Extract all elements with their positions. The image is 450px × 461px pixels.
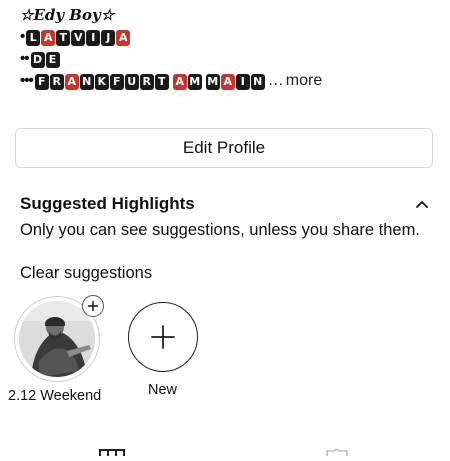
bio-tiles: DE	[30, 50, 61, 68]
bio-ellipsis: …	[267, 72, 284, 89]
bio-letter-tile: E	[45, 51, 60, 68]
clear-suggestions-link[interactable]: Clear suggestions	[20, 264, 152, 283]
bio-letter-tile: I	[235, 73, 250, 90]
bio-line-bullet: ••	[20, 50, 29, 67]
bio-letter-tile: A	[64, 73, 79, 90]
bio-line-bullet: •••	[20, 72, 34, 89]
plus-icon	[151, 325, 175, 349]
bio-letter-tile: I	[86, 29, 101, 46]
tag-person-icon[interactable]	[324, 443, 350, 456]
bio-letter-tile: A	[116, 29, 131, 46]
bio-letter-tile: L	[26, 29, 41, 46]
bio-letter-tile: J	[101, 29, 116, 46]
chevron-up-icon[interactable]	[412, 195, 432, 213]
bio-name: ☆𝑬𝒅𝒚 𝑩𝒐𝒚☆	[20, 6, 115, 24]
bio-letter-tile: V	[71, 29, 86, 46]
bio-tiles: LATVIJA	[26, 28, 131, 46]
bio-line-2: •• DE	[20, 48, 440, 70]
bio-letter-tile: D	[30, 51, 45, 68]
bio-letter-tile: R	[139, 73, 154, 90]
bio-letter-tile: F	[109, 73, 124, 90]
bio-letter-tile: M	[187, 73, 202, 90]
suggested-highlights-title: Suggested Highlights	[20, 194, 195, 213]
bio-letter-tile: A	[41, 29, 56, 46]
bio-line-1: • LATVIJA	[20, 26, 440, 48]
bio-letter-tile: K	[94, 73, 109, 90]
bio-letter-tile: M	[205, 73, 220, 90]
grid-icon[interactable]	[99, 443, 125, 459]
profile-tab-bar	[0, 440, 450, 450]
new-highlight-label: New	[148, 382, 178, 398]
bio-more-link[interactable]: more	[286, 72, 322, 90]
edit-profile-button[interactable]: Edit Profile	[15, 128, 433, 168]
bio-letter-tile: A	[172, 73, 187, 90]
new-highlight-button[interactable]	[128, 302, 198, 372]
bio-line-3: ••• FRANKFURT AM MAIN … more	[20, 70, 440, 92]
profile-bio: ☆𝑬𝒅𝒚 𝑩𝒐𝒚☆ • LATVIJA •• DE ••• FRANKFURT …	[20, 4, 440, 92]
bio-line-bullet: •	[20, 28, 25, 45]
bio-letter-tile: T	[56, 29, 71, 46]
bio-letter-tile: R	[49, 73, 64, 90]
bio-letter-tile: N	[79, 73, 94, 90]
highlight-label: 2.12 Weekend	[8, 388, 102, 404]
bio-letter-tile: U	[124, 73, 139, 90]
highlight-suggestion[interactable]	[14, 295, 104, 382]
bio-letter-tile: N	[250, 73, 265, 90]
bio-letter-tile: T	[154, 73, 169, 90]
bio-tiles: FRANKFURT AM MAIN	[34, 72, 266, 90]
bio-letter-tile: A	[220, 73, 235, 90]
add-to-highlight-plus-icon[interactable]	[82, 295, 104, 317]
suggested-highlights-description: Only you can see suggestions, unless you…	[20, 221, 420, 239]
bio-letter-tile: F	[34, 73, 49, 90]
